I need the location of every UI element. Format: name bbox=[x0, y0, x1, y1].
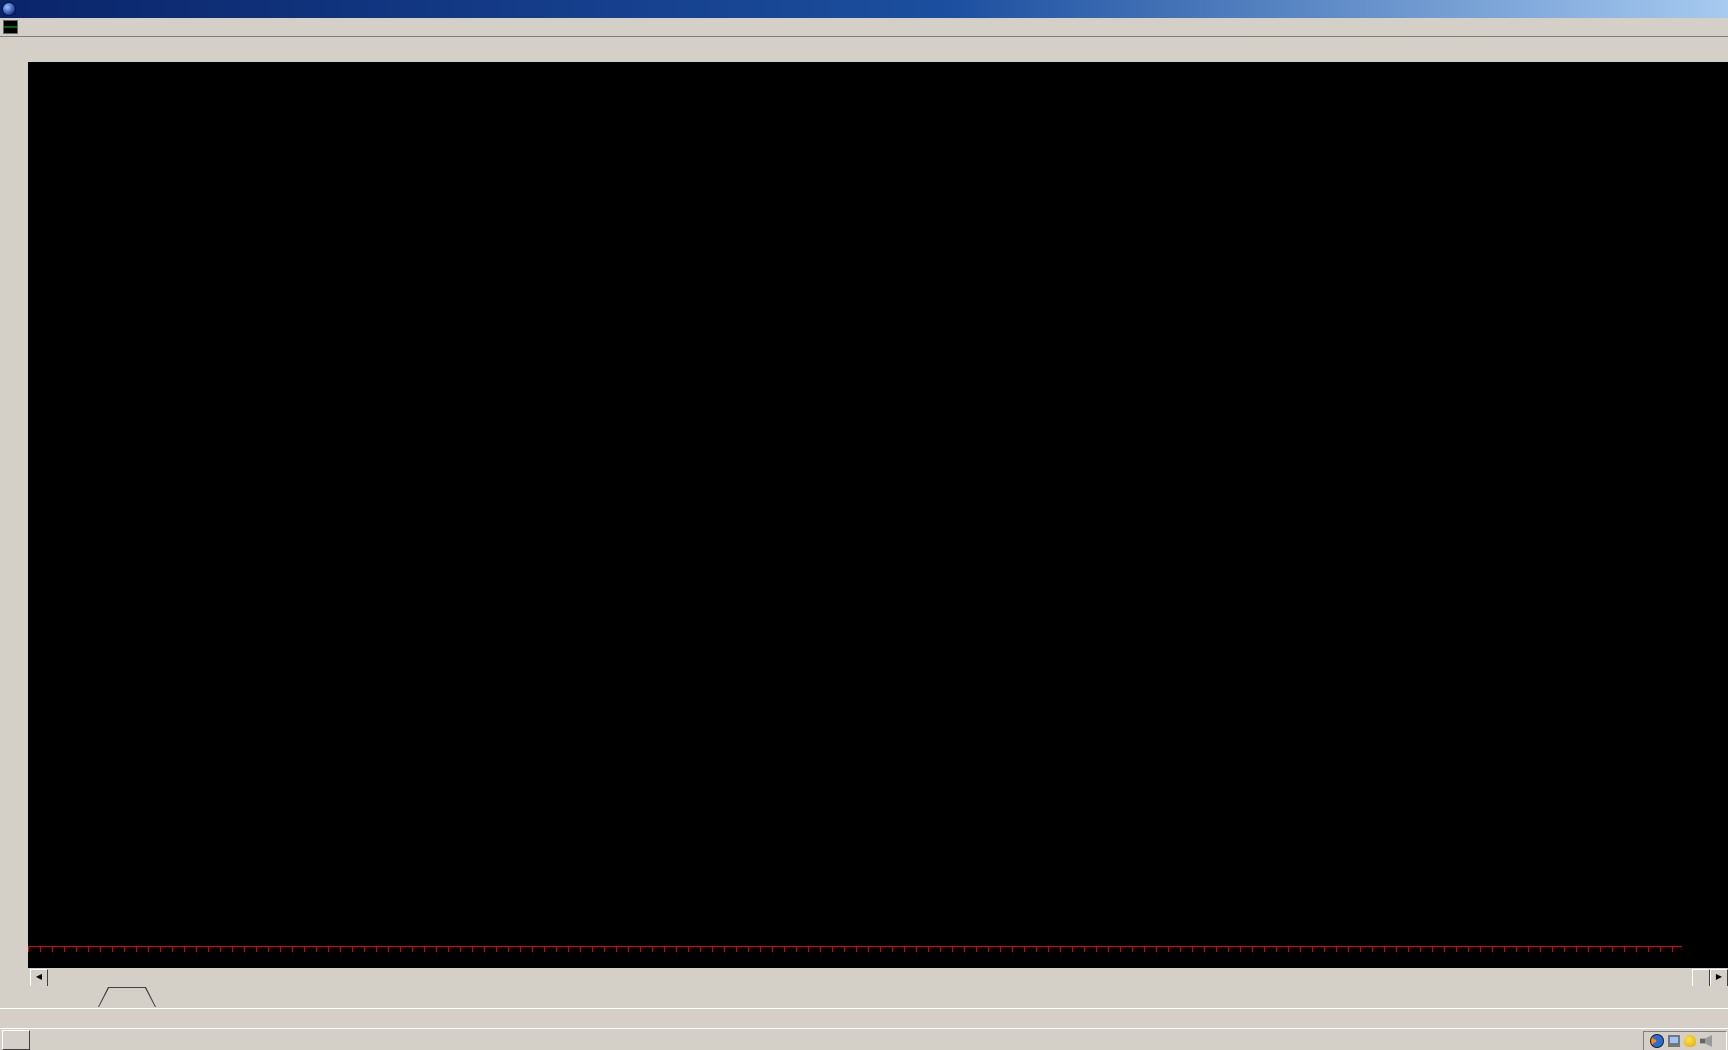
chart-window-icon[interactable] bbox=[3, 20, 18, 34]
volume-tray-icon[interactable] bbox=[1700, 1035, 1712, 1047]
duck-tray-icon[interactable] bbox=[1684, 1035, 1696, 1047]
tradestation-tray-icon[interactable] bbox=[1650, 1034, 1664, 1048]
title-bar[interactable] bbox=[0, 0, 1728, 18]
menu-bar bbox=[0, 18, 1728, 37]
taskbar bbox=[0, 1028, 1728, 1050]
price-axis[interactable] bbox=[1682, 62, 1728, 968]
desktop-screen: ◀ ▶ bbox=[0, 0, 1728, 1050]
tradestation-app-icon[interactable] bbox=[2, 2, 16, 16]
scrollbar-thumb[interactable] bbox=[1692, 969, 1710, 987]
scroll-left-button[interactable]: ◀ bbox=[30, 969, 48, 987]
date-axis-ticks bbox=[28, 947, 1682, 952]
horizontal-scrollbar[interactable]: ◀ ▶ bbox=[0, 968, 1728, 986]
drawing-toolbar bbox=[0, 62, 29, 992]
globalserver-tray-icon[interactable] bbox=[1668, 1035, 1680, 1047]
price-and-indicator-canvas[interactable] bbox=[28, 62, 1682, 946]
status-bar bbox=[0, 1008, 1728, 1029]
system-tray bbox=[1643, 1031, 1727, 1050]
workspace-tab-row bbox=[0, 986, 1728, 1009]
windows-flag-icon bbox=[8, 1033, 20, 1046]
chart-plot-area[interactable] bbox=[28, 62, 1682, 946]
scroll-right-button[interactable]: ▶ bbox=[1710, 969, 1728, 987]
main-toolbar bbox=[0, 37, 1728, 63]
tab-eur[interactable] bbox=[98, 987, 156, 1007]
start-button[interactable] bbox=[2, 1030, 30, 1050]
date-axis[interactable] bbox=[28, 946, 1682, 969]
